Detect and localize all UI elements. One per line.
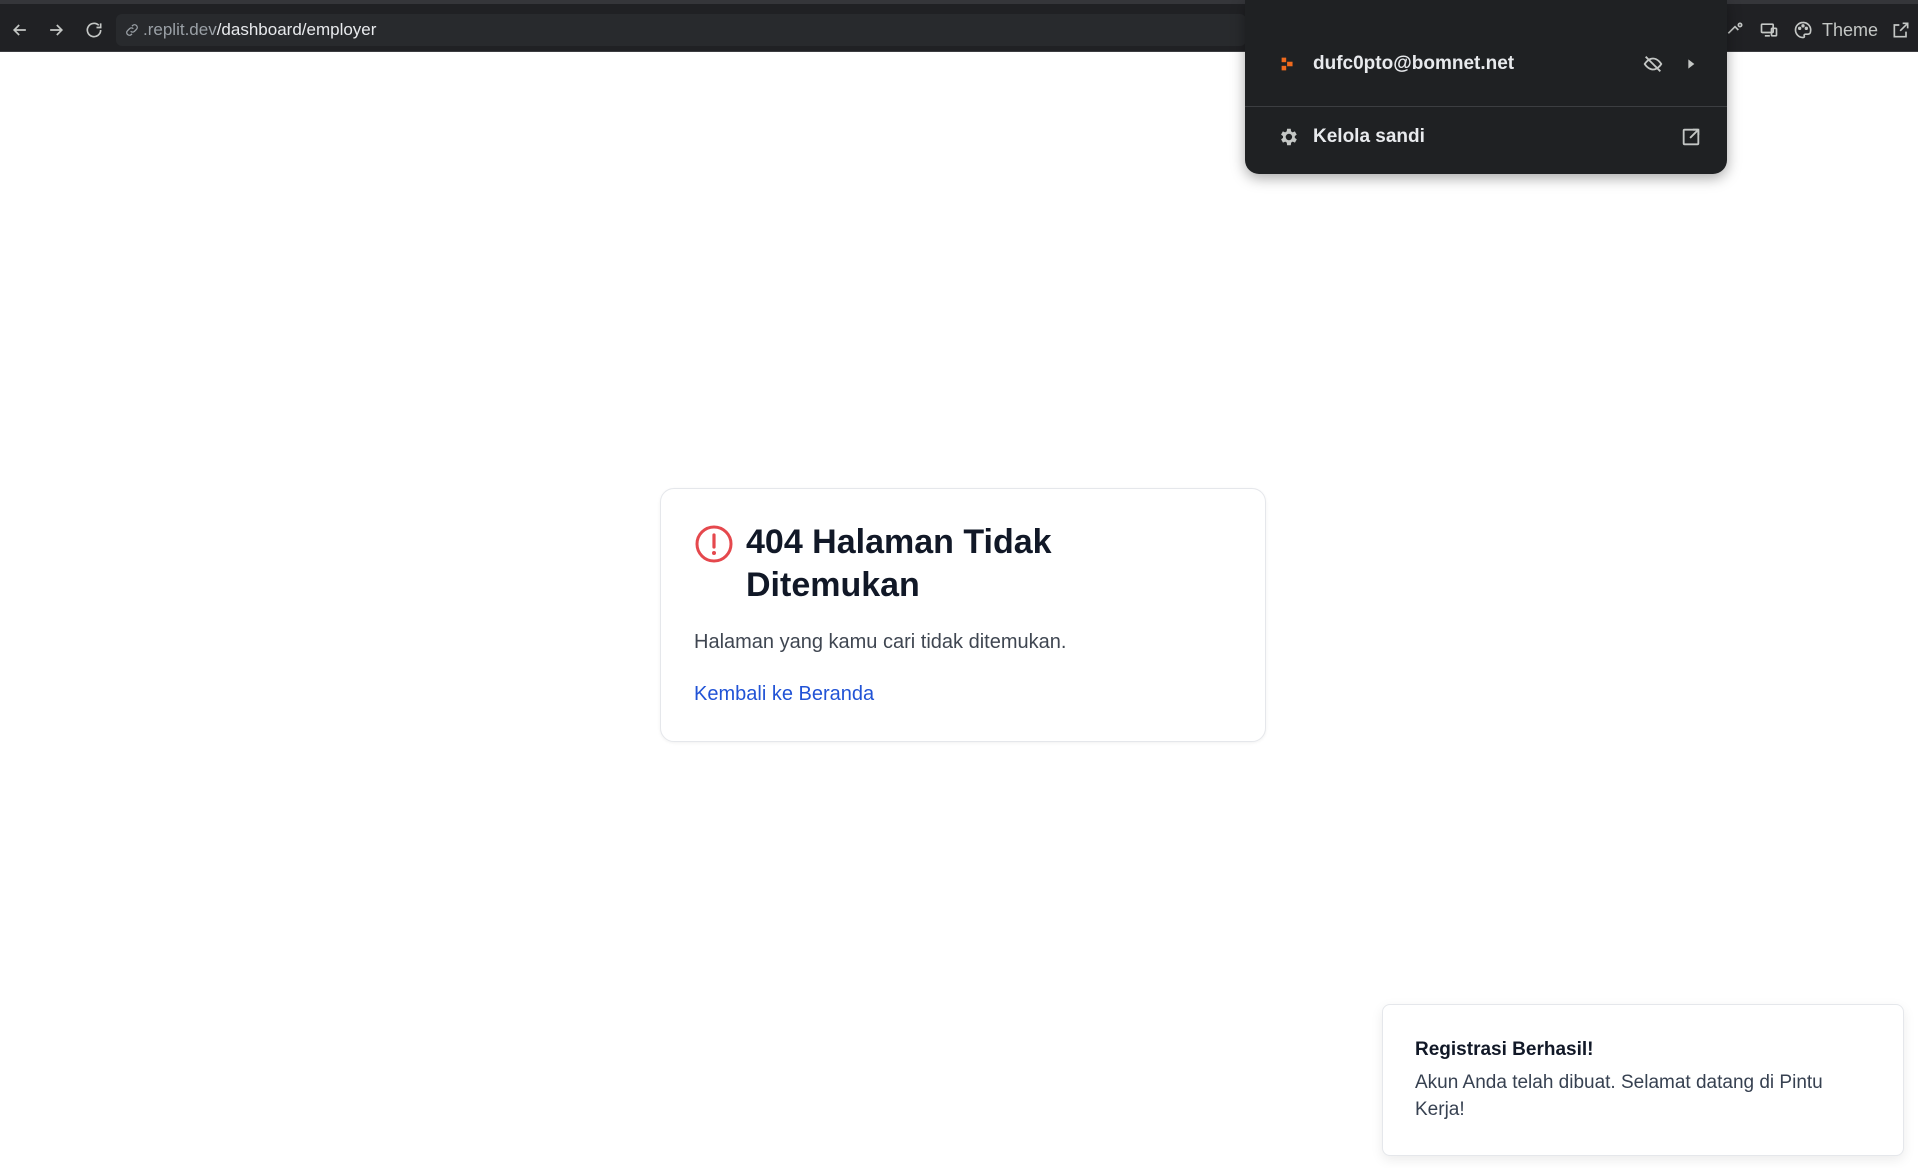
not-found-card: 404 Halaman Tidak Ditemukan Halaman yang…	[660, 488, 1266, 742]
chevron-right-icon[interactable]	[1679, 52, 1703, 76]
theme-button[interactable]: Theme	[1822, 20, 1878, 41]
url-path: /dashboard/employer	[216, 20, 377, 39]
account-email: dufc0pto@bomnet.net	[1313, 53, 1515, 74]
palette-icon[interactable]	[1786, 13, 1820, 47]
back-to-home-link[interactable]: Kembali ke Beranda	[694, 683, 874, 706]
open-external-icon[interactable]	[1679, 125, 1703, 149]
devices-icon[interactable]	[1752, 13, 1786, 47]
arrow-right-icon	[50, 24, 64, 36]
manage-passwords-row[interactable]: Kelola sandi	[1245, 106, 1727, 166]
saved-account-row[interactable]: dufc0pto@bomnet.net	[1245, 34, 1727, 94]
reload-button[interactable]	[76, 12, 112, 48]
open-external-icon[interactable]	[1884, 13, 1918, 47]
success-toast: Registrasi Berhasil! Akun Anda telah dib…	[1382, 1004, 1904, 1156]
toast-message: Akun Anda telah dibuat. Selamat datang d…	[1415, 1072, 1823, 1120]
page-title: 404 Halaman Tidak Ditemukan	[746, 523, 1052, 604]
url-host: .replit.dev	[143, 20, 217, 39]
back-button[interactable]	[2, 12, 38, 48]
arrow-left-icon	[12, 24, 26, 36]
hidden-visibility-icon[interactable]	[1641, 52, 1665, 76]
password-key-icon	[1277, 53, 1299, 75]
password-popup: dufc0pto@bomnet.net Kelola sandi	[1245, 0, 1727, 174]
link-icon	[124, 22, 140, 38]
reload-icon	[86, 22, 102, 38]
manage-passwords-label: Kelola sandi	[1313, 125, 1425, 147]
alert-circle-icon	[695, 525, 733, 563]
address-bar[interactable]: .replit.dev/dashboard/employer	[116, 14, 1246, 46]
toolbar-right: Theme	[1718, 12, 1918, 48]
not-found-message: Halaman yang kamu cari tidak ditemukan.	[694, 631, 1067, 653]
gear-icon	[1277, 126, 1299, 148]
forward-button[interactable]	[38, 12, 74, 48]
toast-title: Registrasi Berhasil!	[1415, 1039, 1594, 1060]
